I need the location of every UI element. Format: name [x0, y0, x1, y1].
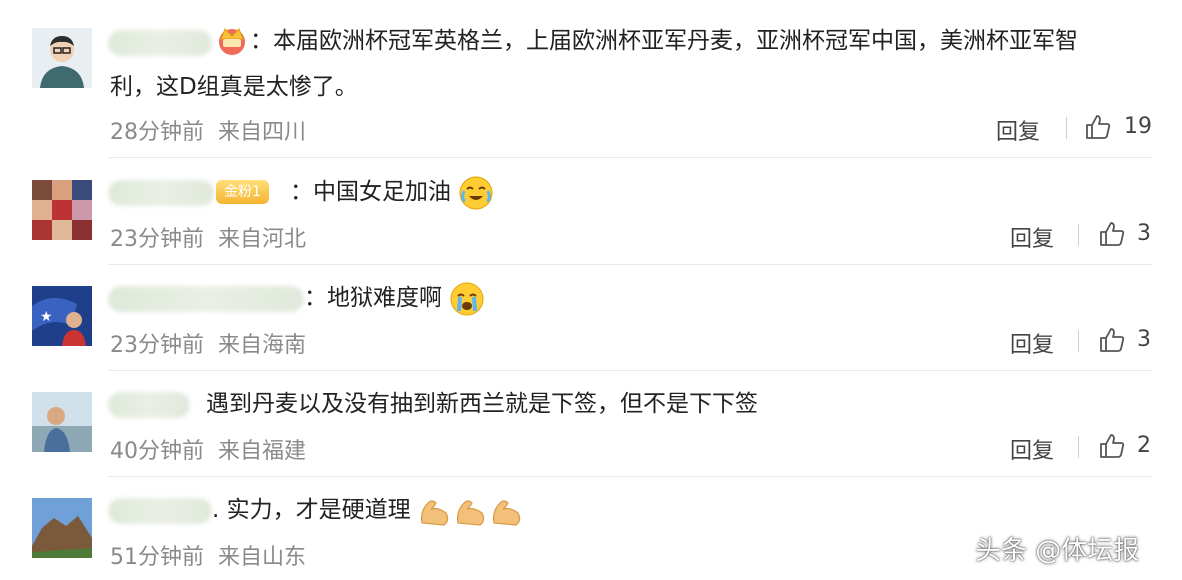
username-blurred[interactable] — [108, 180, 214, 206]
avatar[interactable]: ★ — [32, 286, 92, 346]
reply-button[interactable]: 回复 — [1010, 327, 1054, 359]
comment-location: 来自山东 — [218, 545, 307, 570]
crown-badge-icon — [219, 28, 245, 55]
username-blurred[interactable] — [108, 392, 190, 418]
username-blurred[interactable] — [108, 30, 212, 56]
comment-time: 28分钟前 — [110, 120, 204, 145]
action-separator — [1078, 224, 1079, 246]
comment-text-continued: 利，这D组真是太惨了。 — [110, 74, 358, 100]
comment-text-content: . 实力，才是硬道理 — [212, 497, 411, 523]
avatar[interactable] — [32, 28, 92, 88]
action-separator — [1078, 330, 1079, 352]
action-separator — [1078, 436, 1079, 458]
crying-emoji — [450, 282, 484, 315]
comment-item: 遇到丹麦以及没有抽到新西兰就是下签，但不是下下签 40分钟前 来自福建 回复 2 — [0, 370, 1182, 477]
avatar[interactable] — [32, 180, 92, 240]
comment-text: ：中国女足加油 — [290, 170, 494, 214]
comment-text-content: ：地狱难度啊 — [304, 285, 442, 311]
avatar[interactable] — [32, 498, 92, 558]
username-blurred[interactable] — [108, 286, 304, 312]
reply-button[interactable]: 回复 — [1010, 221, 1054, 253]
like-count: 3 — [1137, 221, 1151, 246]
comment-text-content: ：中国女足加油 — [290, 179, 451, 205]
comment-item: 金粉1 ：中国女足加油 23分钟前 来自河北 回复 3 — [0, 158, 1182, 265]
comment-location: 来自海南 — [218, 333, 307, 358]
reply-button[interactable]: 回复 — [996, 114, 1040, 146]
action-separator — [1066, 117, 1067, 139]
watermark: 头条 @体坛报 — [975, 536, 1140, 566]
thumbs-up-icon[interactable] — [1084, 113, 1112, 141]
comment-time: 51分钟前 — [110, 545, 204, 570]
comment-location: 来自四川 — [218, 120, 307, 145]
thumbs-up-icon[interactable] — [1098, 432, 1126, 460]
comment-text: ：本届欧洲杯冠军英格兰，上届欧洲杯亚军丹麦，亚洲杯冠军中国，美洲杯亚军智 — [250, 28, 1078, 54]
cry-laugh-emoji — [459, 176, 493, 209]
comment-text: ：地狱难度啊 — [304, 276, 485, 320]
like-count: 3 — [1137, 327, 1151, 352]
comment-text: . 实力，才是硬道理 — [212, 488, 526, 532]
comment-item: ★ ：地狱难度啊 23分钟前 来自海南 回复 3 — [0, 264, 1182, 371]
comment-location: 来自河北 — [218, 227, 307, 252]
comment-time: 40分钟前 — [110, 439, 204, 464]
svg-text:★: ★ — [40, 309, 53, 325]
username-blurred[interactable] — [108, 498, 212, 524]
comment-time: 23分钟前 — [110, 333, 204, 358]
thumbs-up-icon[interactable] — [1098, 220, 1126, 248]
reply-button[interactable]: 回复 — [1010, 433, 1054, 465]
flexed-biceps-emoji — [420, 499, 521, 526]
fan-badge: 金粉1 — [216, 180, 269, 204]
avatar[interactable] — [32, 392, 92, 452]
comment-location: 来自福建 — [218, 439, 307, 464]
comment-item: ：本届欧洲杯冠军英格兰，上届欧洲杯亚军丹麦，亚洲杯冠军中国，美洲杯亚军智 利，这… — [0, 0, 1182, 158]
comment-time: 23分钟前 — [110, 227, 204, 252]
comment-text: 遇到丹麦以及没有抽到新西兰就是下签，但不是下下签 — [206, 391, 758, 417]
like-count: 19 — [1124, 114, 1152, 139]
thumbs-up-icon[interactable] — [1098, 326, 1126, 354]
like-count: 2 — [1137, 433, 1151, 458]
